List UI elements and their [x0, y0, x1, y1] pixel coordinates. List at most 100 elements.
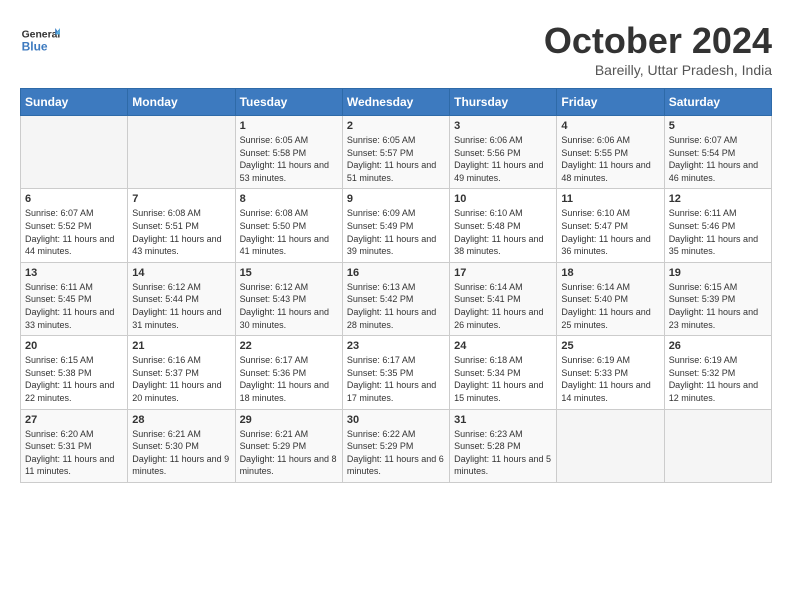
weekday-header-sunday: Sunday	[21, 89, 128, 116]
calendar-cell	[21, 116, 128, 189]
day-number: 5	[669, 120, 767, 132]
calendar-cell: 21Sunrise: 6:16 AMSunset: 5:37 PMDayligh…	[128, 336, 235, 409]
day-number: 19	[669, 267, 767, 279]
calendar-cell: 12 Sunrise: 6:11 AMSunset: 5:46 PMDayligh…	[664, 189, 771, 262]
calendar-cell: 8Sunrise: 6:08 AMSunset: 5:50 PMDaylight…	[235, 189, 342, 262]
day-number: 11	[561, 193, 659, 205]
day-info: Sunrise: 6:15 AMSunset: 5:38 PMDaylight:…	[25, 354, 123, 404]
calendar-cell: 27 Sunrise: 6:20 AMSunset: 5:31 PMDayligh…	[21, 409, 128, 482]
day-number: 26	[669, 340, 767, 352]
day-info: Sunrise: 6:10 AMSunset: 5:48 PMDaylight:…	[454, 207, 552, 257]
day-number: 15	[240, 267, 338, 279]
weekday-header-row: SundayMondayTuesdayWednesdayThursdayFrid…	[21, 89, 772, 116]
day-number: 25	[561, 340, 659, 352]
calendar-cell: 2Sunrise: 6:05 AMSunset: 5:57 PMDaylight…	[342, 116, 449, 189]
day-number: 2	[347, 120, 445, 132]
day-number: 16	[347, 267, 445, 279]
day-number: 30	[347, 414, 445, 426]
weekday-header-monday: Monday	[128, 89, 235, 116]
day-number: 14	[132, 267, 230, 279]
calendar-cell: 30 Sunrise: 6:22 AMSunset: 5:29 PMDayligh…	[342, 409, 449, 482]
calendar-cell: 19 Sunrise: 6:15 AMSunset: 5:39 PMDayligh…	[664, 262, 771, 335]
calendar-cell	[664, 409, 771, 482]
day-number: 23	[347, 340, 445, 352]
calendar-cell: 17Sunrise: 6:14 AMSunset: 5:41 PMDayligh…	[450, 262, 557, 335]
day-info: Sunrise: 6:11 AMSunset: 5:46 PMDaylight:…	[669, 207, 767, 257]
day-info: Sunrise: 6:10 AMSunset: 5:47 PMDaylight:…	[561, 207, 659, 257]
day-info: Sunrise: 6:06 AMSunset: 5:55 PMDaylight:…	[561, 134, 659, 184]
weekday-header-friday: Friday	[557, 89, 664, 116]
day-info: Sunrise: 6:20 AMSunset: 5:31 PMDaylight:…	[25, 428, 123, 478]
day-info: Sunrise: 6:15 AMSunset: 5:39 PMDaylight:…	[669, 281, 767, 331]
calendar-cell	[128, 116, 235, 189]
day-info: Sunrise: 6:14 AMSunset: 5:41 PMDaylight:…	[454, 281, 552, 331]
day-info: Sunrise: 6:12 AMSunset: 5:43 PMDaylight:…	[240, 281, 338, 331]
day-number: 20	[25, 340, 123, 352]
calendar-cell: 28 Sunrise: 6:21 AMSunset: 5:30 PMDayligh…	[128, 409, 235, 482]
day-number: 12	[669, 193, 767, 205]
day-info: Sunrise: 6:18 AMSunset: 5:34 PMDaylight:…	[454, 354, 552, 404]
calendar-cell: 18 Sunrise: 6:14 AMSunset: 5:40 PMDayligh…	[557, 262, 664, 335]
day-number: 28	[132, 414, 230, 426]
page-header: General Blue October 2024 Bareilly, Utta…	[20, 20, 772, 78]
logo-icon: General Blue	[20, 20, 60, 60]
day-info: Sunrise: 6:16 AMSunset: 5:37 PMDaylight:…	[132, 354, 230, 404]
calendar-cell: 25 Sunrise: 6:19 AMSunset: 5:33 PMDayligh…	[557, 336, 664, 409]
svg-text:Blue: Blue	[22, 39, 48, 53]
day-info: Sunrise: 6:21 AMSunset: 5:29 PMDaylight:…	[240, 428, 338, 478]
day-number: 6	[25, 193, 123, 205]
calendar-cell: 5 Sunrise: 6:07 AMSunset: 5:54 PMDaylight…	[664, 116, 771, 189]
day-number: 22	[240, 340, 338, 352]
calendar-cell: 24 Sunrise: 6:18 AMSunset: 5:34 PMDayligh…	[450, 336, 557, 409]
day-info: Sunrise: 6:23 AMSunset: 5:28 PMDaylight:…	[454, 428, 552, 478]
day-info: Sunrise: 6:14 AMSunset: 5:40 PMDaylight:…	[561, 281, 659, 331]
day-info: Sunrise: 6:05 AMSunset: 5:58 PMDaylight:…	[240, 134, 338, 184]
month-title: October 2024	[544, 20, 772, 62]
day-number: 3	[454, 120, 552, 132]
day-info: Sunrise: 6:07 AMSunset: 5:54 PMDaylight:…	[669, 134, 767, 184]
day-info: Sunrise: 6:17 AMSunset: 5:36 PMDaylight:…	[240, 354, 338, 404]
calendar-week-3: 13Sunrise: 6:11 AMSunset: 5:45 PMDayligh…	[21, 262, 772, 335]
calendar-cell: 13Sunrise: 6:11 AMSunset: 5:45 PMDayligh…	[21, 262, 128, 335]
calendar-cell: 16 Sunrise: 6:13 AMSunset: 5:42 PMDayligh…	[342, 262, 449, 335]
weekday-header-wednesday: Wednesday	[342, 89, 449, 116]
calendar-cell: 11 Sunrise: 6:10 AMSunset: 5:47 PMDayligh…	[557, 189, 664, 262]
calendar-cell: 31 Sunrise: 6:23 AMSunset: 5:28 PMDayligh…	[450, 409, 557, 482]
calendar-table: SundayMondayTuesdayWednesdayThursdayFrid…	[20, 88, 772, 483]
weekday-header-thursday: Thursday	[450, 89, 557, 116]
calendar-cell: 3 Sunrise: 6:06 AMSunset: 5:56 PMDaylight…	[450, 116, 557, 189]
day-info: Sunrise: 6:17 AMSunset: 5:35 PMDaylight:…	[347, 354, 445, 404]
day-info: Sunrise: 6:19 AMSunset: 5:33 PMDaylight:…	[561, 354, 659, 404]
calendar-cell: 26 Sunrise: 6:19 AMSunset: 5:32 PMDayligh…	[664, 336, 771, 409]
day-info: Sunrise: 6:22 AMSunset: 5:29 PMDaylight:…	[347, 428, 445, 478]
logo: General Blue	[20, 20, 64, 60]
weekday-header-tuesday: Tuesday	[235, 89, 342, 116]
day-number: 27	[25, 414, 123, 426]
title-block: October 2024 Bareilly, Uttar Pradesh, In…	[544, 20, 772, 78]
calendar-cell: 1 Sunrise: 6:05 AMSunset: 5:58 PMDaylight…	[235, 116, 342, 189]
day-number: 13	[25, 267, 123, 279]
day-number: 24	[454, 340, 552, 352]
day-number: 9	[347, 193, 445, 205]
calendar-cell: 22 Sunrise: 6:17 AMSunset: 5:36 PMDayligh…	[235, 336, 342, 409]
day-info: Sunrise: 6:09 AMSunset: 5:49 PMDaylight:…	[347, 207, 445, 257]
day-number: 1	[240, 120, 338, 132]
day-number: 18	[561, 267, 659, 279]
calendar-week-4: 20 Sunrise: 6:15 AMSunset: 5:38 PMDayligh…	[21, 336, 772, 409]
calendar-week-2: 6Sunrise: 6:07 AMSunset: 5:52 PMDaylight…	[21, 189, 772, 262]
day-number: 8	[240, 193, 338, 205]
day-number: 31	[454, 414, 552, 426]
calendar-cell: 23 Sunrise: 6:17 AMSunset: 5:35 PMDayligh…	[342, 336, 449, 409]
calendar-week-1: 1 Sunrise: 6:05 AMSunset: 5:58 PMDaylight…	[21, 116, 772, 189]
day-info: Sunrise: 6:13 AMSunset: 5:42 PMDaylight:…	[347, 281, 445, 331]
calendar-cell: 20 Sunrise: 6:15 AMSunset: 5:38 PMDayligh…	[21, 336, 128, 409]
day-number: 7	[132, 193, 230, 205]
calendar-cell: 29Sunrise: 6:21 AMSunset: 5:29 PMDayligh…	[235, 409, 342, 482]
calendar-cell: 6Sunrise: 6:07 AMSunset: 5:52 PMDaylight…	[21, 189, 128, 262]
calendar-cell: 7Sunrise: 6:08 AMSunset: 5:51 PMDaylight…	[128, 189, 235, 262]
day-info: Sunrise: 6:19 AMSunset: 5:32 PMDaylight:…	[669, 354, 767, 404]
calendar-cell: 15 Sunrise: 6:12 AMSunset: 5:43 PMDayligh…	[235, 262, 342, 335]
weekday-header-saturday: Saturday	[664, 89, 771, 116]
day-info: Sunrise: 6:06 AMSunset: 5:56 PMDaylight:…	[454, 134, 552, 184]
day-info: Sunrise: 6:21 AMSunset: 5:30 PMDaylight:…	[132, 428, 230, 478]
